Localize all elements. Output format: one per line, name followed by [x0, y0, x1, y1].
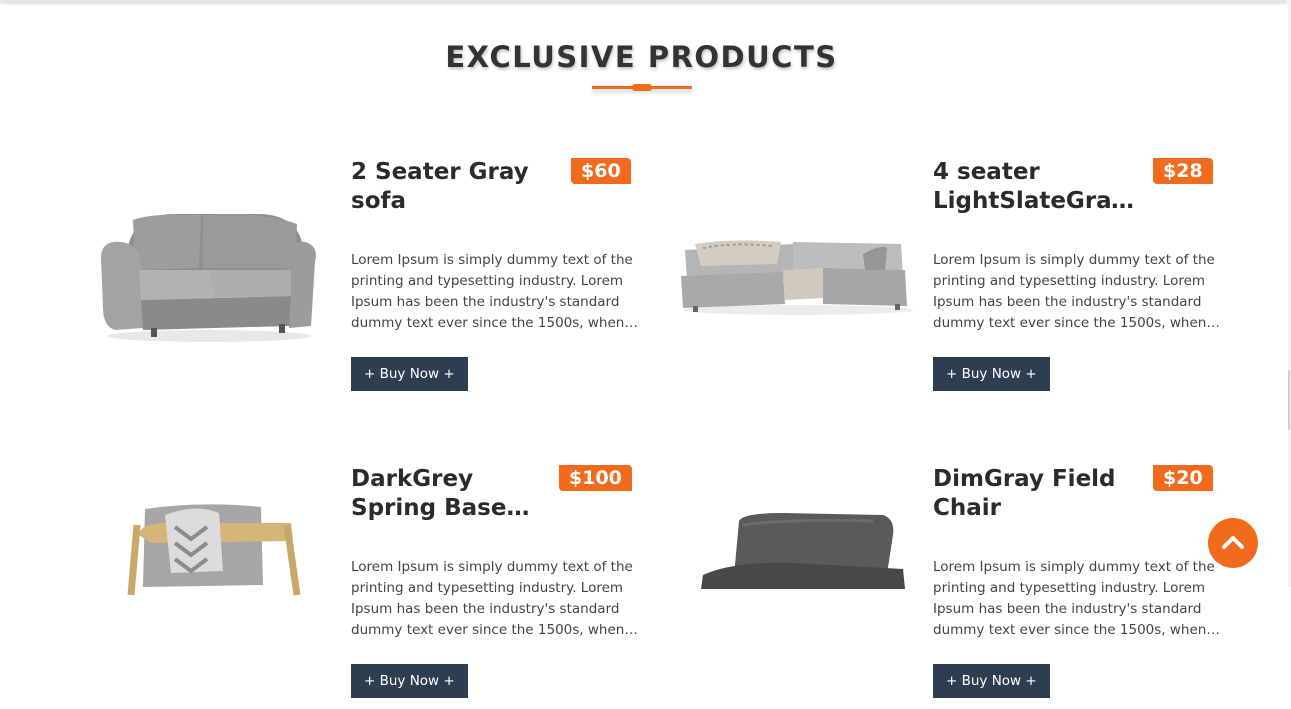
product-card: DimGray Field Chair $20 Lorem Ipsum is s… [673, 465, 1253, 705]
price-badge: $20 [1153, 465, 1213, 491]
product-description: Lorem Ipsum is simply dummy text of the … [351, 252, 633, 331]
price-badge: $100 [559, 465, 632, 491]
product-card: 2 Seater Gray sofa $60 Lorem Ipsum is si… [91, 158, 671, 398]
section-title: EXCLUSIVE PRODUCTS [445, 40, 838, 74]
product-name[interactable]: 4 seater LightSlateGray sofa [933, 158, 1143, 216]
product-description: Lorem Ipsum is simply dummy text of the … [351, 559, 633, 638]
product-name[interactable]: 2 Seater Gray sofa [351, 158, 561, 216]
chevron-up-icon [1222, 536, 1244, 549]
product-card: 4 seater LightSlateGray sofa $28 Lorem I… [673, 158, 1253, 398]
product-description: Lorem Ipsum is simply dummy text of the … [933, 252, 1215, 331]
product-image-sofa-2-seater[interactable] [91, 158, 351, 398]
product-image-spring-base-chair[interactable] [91, 465, 351, 705]
title-underline-dot [632, 84, 652, 91]
header-bar-shadow [0, 0, 1287, 2]
scrollbar-thumb[interactable] [1288, 370, 1290, 430]
product-image-sofa-4-seater[interactable] [673, 158, 933, 398]
price-badge: $28 [1153, 158, 1213, 184]
product-card: DarkGrey Spring Base chair $100 Lorem Ip… [91, 465, 671, 705]
product-description: Lorem Ipsum is simply dummy text of the … [933, 559, 1215, 638]
product-image-field-chair[interactable] [673, 465, 933, 705]
buy-now-button[interactable]: + Buy Now + [351, 357, 468, 391]
price-badge: $60 [571, 158, 631, 184]
buy-now-button[interactable]: + Buy Now + [933, 357, 1050, 391]
product-name[interactable]: DarkGrey Spring Base chair [351, 465, 561, 523]
buy-now-button[interactable]: + Buy Now + [933, 664, 1050, 698]
scroll-to-top-button[interactable] [1208, 518, 1258, 568]
buy-now-button[interactable]: + Buy Now + [351, 664, 468, 698]
product-name[interactable]: DimGray Field Chair [933, 465, 1143, 523]
